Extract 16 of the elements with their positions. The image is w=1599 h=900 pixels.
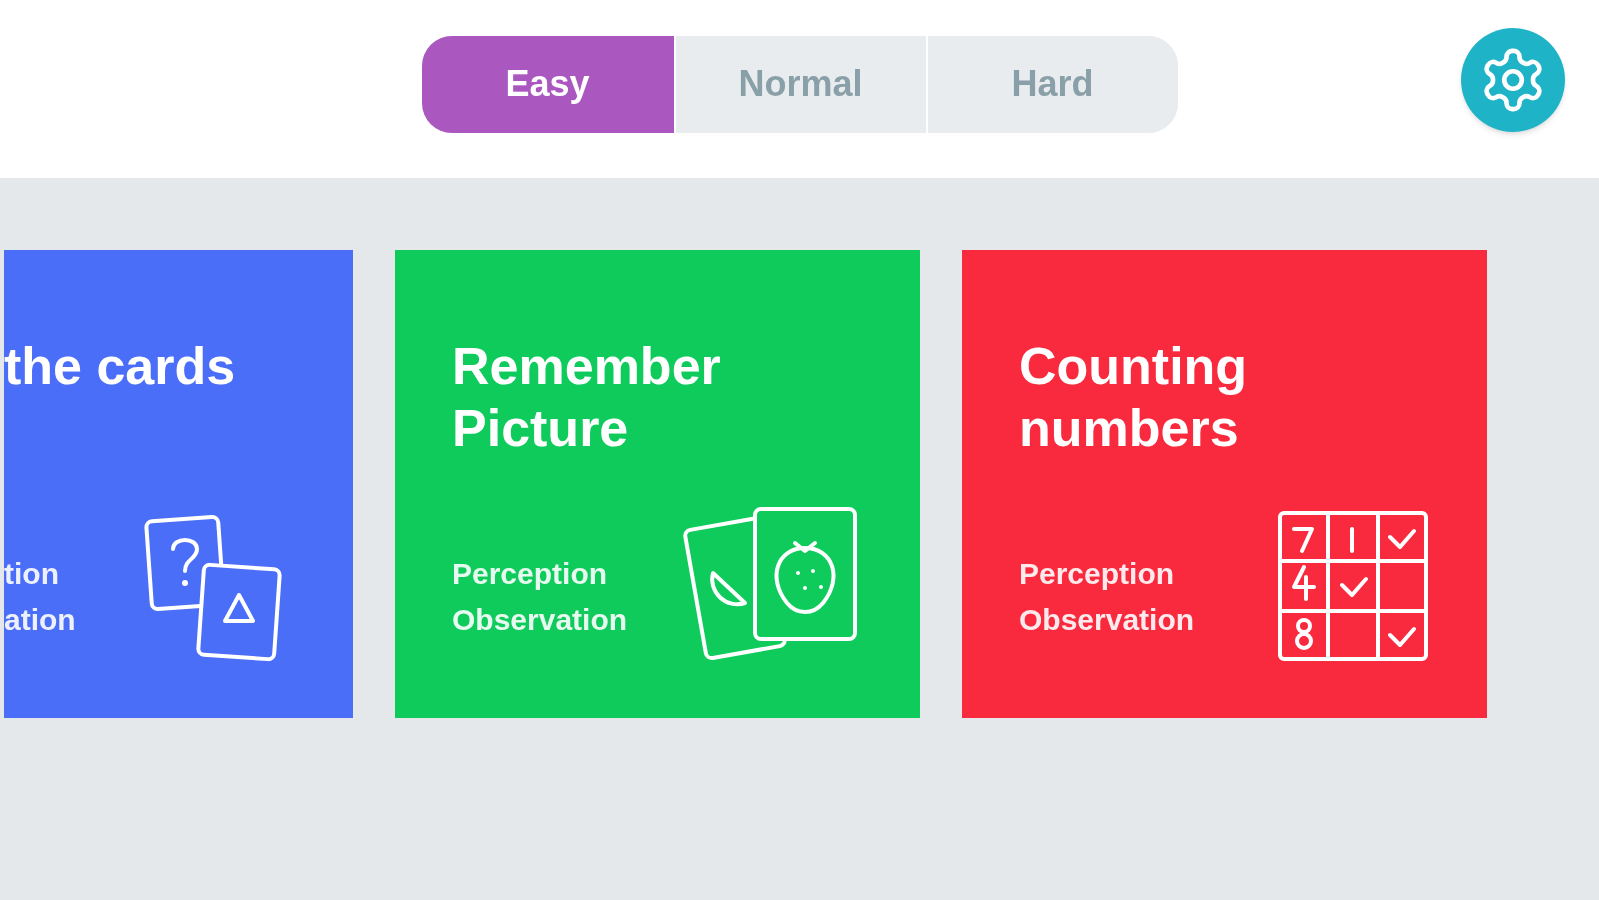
skill-tag: Observation <box>452 597 628 643</box>
skill-tag: tion <box>4 551 76 597</box>
game-card[interactable]: the cards tion ation <box>4 250 353 718</box>
skill-tag: Perception <box>452 551 628 597</box>
game-title: Counting numbers <box>1019 336 1249 459</box>
skill-tag: Observation <box>1019 597 1195 643</box>
cards-icon <box>143 513 283 663</box>
skill-tag: ation <box>4 597 76 643</box>
skill-tag: Perception <box>1019 551 1195 597</box>
difficulty-tab[interactable]: Hard <box>925 35 1178 133</box>
game-title: Remember Picture <box>452 336 722 459</box>
game-title: the cards <box>4 336 237 397</box>
number-grid-icon <box>1276 509 1430 663</box>
difficulty-tab[interactable]: Easy <box>421 35 674 133</box>
game-card[interactable]: Remember Picture Perception Observation <box>395 250 920 718</box>
game-card[interactable]: Counting numbers Perception Observation <box>962 250 1487 718</box>
